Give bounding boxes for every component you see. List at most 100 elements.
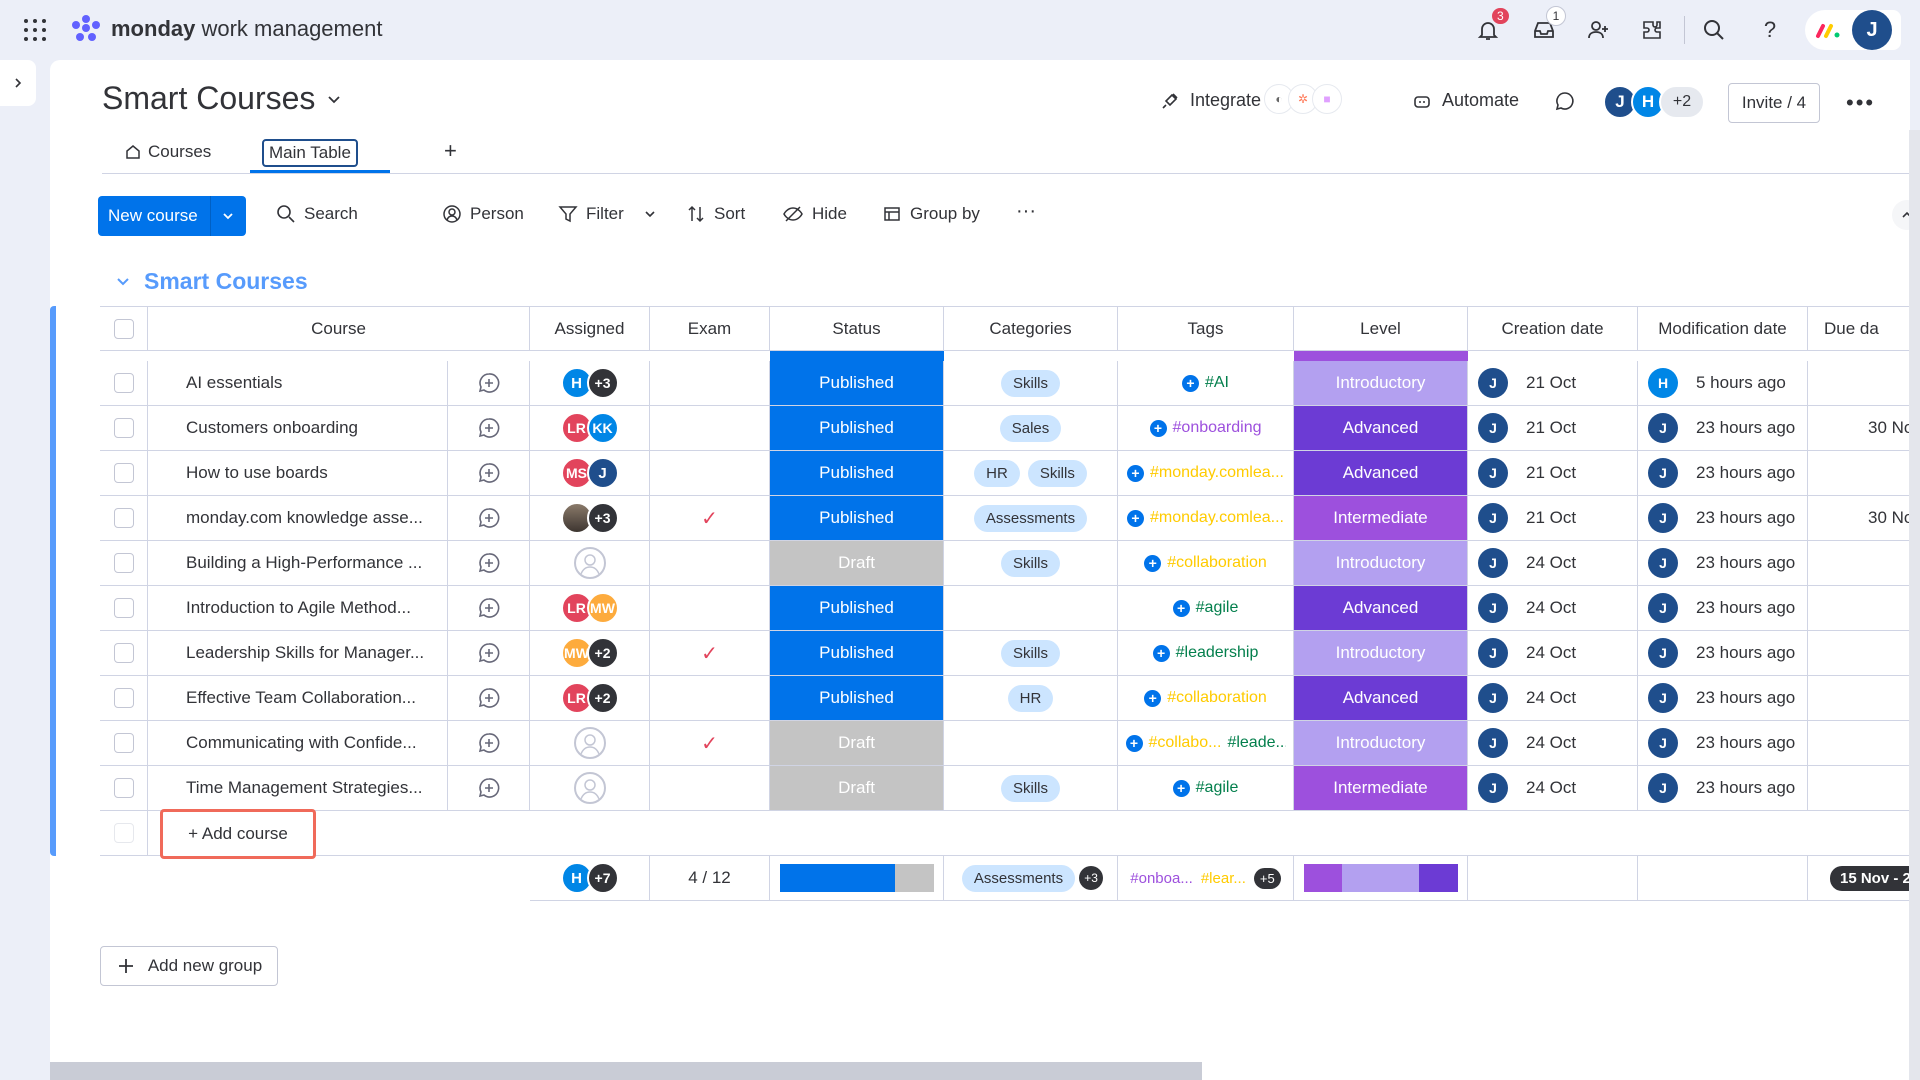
course-name[interactable]: Building a High-Performance ... xyxy=(186,553,422,573)
search-icon[interactable] xyxy=(1700,16,1728,44)
categories-cell[interactable]: HR Skills xyxy=(944,451,1118,496)
categories-cell[interactable] xyxy=(944,721,1118,766)
due-date-cell[interactable] xyxy=(1808,451,1918,496)
assignee-avatars[interactable]: H +3 xyxy=(560,367,619,399)
add-update-cell[interactable] xyxy=(448,631,530,676)
due-date-cell[interactable] xyxy=(1808,631,1918,676)
category-pill[interactable]: Skills xyxy=(1000,639,1060,667)
add-update-cell[interactable] xyxy=(448,766,530,811)
add-update-cell[interactable] xyxy=(448,361,530,406)
course-name[interactable]: monday.com knowledge asse... xyxy=(186,508,423,528)
assignee-avatars[interactable]: LR KK xyxy=(560,412,619,444)
add-course-button[interactable]: + Add course xyxy=(160,809,316,859)
level-label[interactable]: Intermediate xyxy=(1294,766,1467,810)
status-cell[interactable]: Published xyxy=(770,496,944,541)
categories-cell[interactable]: Skills xyxy=(944,631,1118,676)
add-tag-icon[interactable]: + xyxy=(1127,509,1144,527)
board-members[interactable]: J H +2 xyxy=(1603,85,1705,119)
categories-cell[interactable]: Skills xyxy=(944,766,1118,811)
tag-label[interactable]: #monday.comlea... xyxy=(1150,464,1284,482)
tags-group[interactable]: + #leadership xyxy=(1152,644,1258,662)
add-update-cell[interactable] xyxy=(448,541,530,586)
assigned-cell[interactable] xyxy=(530,766,650,811)
status-label[interactable]: Draft xyxy=(770,766,943,810)
due-date-cell[interactable]: 30 No xyxy=(1808,406,1918,451)
course-name-cell[interactable]: Communicating with Confide... xyxy=(148,721,448,766)
status-label[interactable]: Draft xyxy=(770,541,943,585)
course-name-cell[interactable]: Introduction to Agile Method... xyxy=(148,586,448,631)
tag-label[interactable]: #monday.comlea... xyxy=(1150,509,1284,527)
sort-button[interactable]: Sort xyxy=(686,204,745,224)
level-label[interactable]: Advanced xyxy=(1294,451,1467,495)
assignee-avatars[interactable]: LR MW xyxy=(560,592,619,624)
category-pill[interactable]: HR xyxy=(974,459,1020,487)
user-avatar[interactable]: J xyxy=(1852,10,1892,50)
add-tag-icon[interactable]: + xyxy=(1144,689,1162,707)
tags-cell[interactable]: + #AI xyxy=(1118,361,1294,406)
tag-label[interactable]: #AI xyxy=(1205,374,1229,392)
level-label[interactable]: Introductory xyxy=(1294,541,1467,585)
add-update-icon[interactable] xyxy=(477,731,501,755)
integration-icons[interactable]: ◐ ✲ ■ xyxy=(1264,84,1342,114)
category-pill[interactable]: Skills xyxy=(1000,549,1060,577)
tags-cell[interactable]: + #leadership xyxy=(1118,631,1294,676)
column-header-tags[interactable]: Tags xyxy=(1118,306,1294,351)
level-label[interactable]: Introductory xyxy=(1294,361,1467,405)
column-header-creation-date[interactable]: Creation date xyxy=(1468,306,1638,351)
course-name-cell[interactable]: AI essentials xyxy=(148,361,448,406)
tag-label[interactable]: #collabo... xyxy=(1149,734,1222,752)
invite-button[interactable]: Invite / 4 xyxy=(1728,83,1820,123)
select-all-checkbox[interactable] xyxy=(113,318,134,339)
tags-cell[interactable]: + #collaboration xyxy=(1118,676,1294,721)
add-tag-icon[interactable]: + xyxy=(1125,734,1143,752)
chevron-down-icon[interactable] xyxy=(644,208,656,220)
category-pill[interactable]: Sales xyxy=(999,414,1062,442)
tag-label[interactable]: #collaboration xyxy=(1167,554,1267,572)
level-label[interactable]: Advanced xyxy=(1294,586,1467,630)
column-header-assigned[interactable]: Assigned xyxy=(530,306,650,351)
level-label[interactable]: Intermediate xyxy=(1294,496,1467,540)
add-update-cell[interactable] xyxy=(448,721,530,766)
status-cell[interactable]: Draft xyxy=(770,721,944,766)
status-cell[interactable]: Published xyxy=(770,451,944,496)
add-update-icon[interactable] xyxy=(477,416,501,440)
row-checkbox[interactable] xyxy=(113,508,134,528)
tags-cell[interactable]: + #collabo... #leade... xyxy=(1118,721,1294,766)
add-update-cell[interactable] xyxy=(448,496,530,541)
course-name[interactable]: Communicating with Confide... xyxy=(186,733,417,753)
empty-person-icon[interactable] xyxy=(573,547,606,579)
add-tag-icon[interactable]: + xyxy=(1152,644,1170,662)
level-label[interactable]: Introductory xyxy=(1294,721,1467,765)
due-date[interactable]: 30 No xyxy=(1868,418,1913,438)
empty-person-icon[interactable] xyxy=(573,727,606,759)
course-name-cell[interactable]: Customers onboarding xyxy=(148,406,448,451)
add-update-icon[interactable] xyxy=(477,641,501,665)
exam-cell[interactable] xyxy=(650,451,770,496)
status-label[interactable]: Published xyxy=(770,586,943,630)
category-pill[interactable]: Skills xyxy=(1000,369,1060,397)
table-row[interactable]: AI essentials H +3 Published Skills + #AI Intro… xyxy=(0,361,1918,406)
course-name[interactable]: Introduction to Agile Method... xyxy=(186,598,411,618)
horizontal-scrollbar[interactable] xyxy=(50,1062,1202,1080)
tab-main-table[interactable]: Main Table xyxy=(262,139,358,167)
due-date[interactable]: 30 No xyxy=(1868,508,1913,528)
course-name-cell[interactable]: Effective Team Collaboration... xyxy=(148,676,448,721)
group-header[interactable]: Smart Courses xyxy=(116,268,308,295)
apps-grid-icon[interactable] xyxy=(24,19,46,41)
chevron-down-icon[interactable] xyxy=(211,210,245,222)
tags-group[interactable]: + #agile xyxy=(1172,599,1238,617)
row-checkbox[interactable] xyxy=(113,598,134,618)
add-update-icon[interactable] xyxy=(477,371,501,395)
status-label[interactable]: Published xyxy=(770,676,943,720)
automate-button[interactable]: Automate xyxy=(1412,90,1519,111)
tag-label[interactable]: #agile xyxy=(1196,779,1239,797)
tags-group[interactable]: + #AI xyxy=(1181,374,1229,392)
add-update-cell[interactable] xyxy=(448,586,530,631)
exam-cell[interactable]: ✓ xyxy=(650,496,770,541)
table-row[interactable]: monday.com knowledge asse... +3 ✓ Published… xyxy=(0,496,1918,541)
table-row[interactable]: Communicating with Confide... ✓ Draft + #col… xyxy=(0,721,1918,766)
exam-cell[interactable] xyxy=(650,676,770,721)
add-update-cell[interactable] xyxy=(448,451,530,496)
assignee-avatars[interactable]: +3 xyxy=(560,502,619,534)
column-header-status[interactable]: Status xyxy=(770,306,944,351)
